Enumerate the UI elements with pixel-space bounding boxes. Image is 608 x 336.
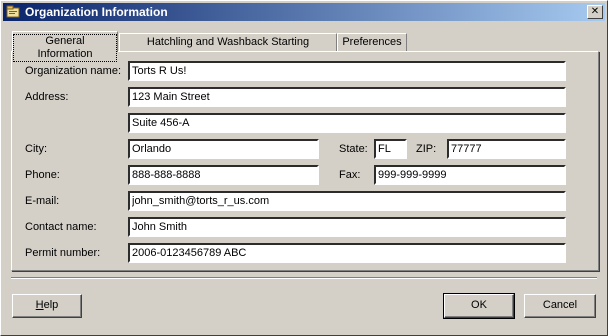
help-label: elp [43,299,59,311]
tab-label: Preferences [342,36,402,48]
contact-name-field[interactable] [128,217,566,237]
organization-icon [6,5,20,18]
tab-general-information[interactable]: General Information [12,31,118,62]
phone-label: Phone: [25,169,60,181]
cancel-button[interactable]: Cancel [524,294,596,318]
city-field[interactable] [128,139,319,159]
title-bar[interactable]: Organization Information ✕ [3,3,605,21]
dialog-window: Organization Information ✕ General Infor… [0,0,608,336]
email-label: E-mail: [25,195,60,207]
state-label: State: [339,143,368,155]
contact-name-label: Contact name: [25,221,97,233]
ok-label: OK [471,299,487,311]
permit-number-field[interactable] [128,243,566,263]
close-icon: ✕ [590,6,600,17]
address-label: Address: [25,91,69,103]
window-title: Organization Information [25,5,168,19]
help-mnemonic: H [35,299,44,311]
state-field[interactable] [374,139,407,159]
zip-label: ZIP: [416,143,437,155]
tab-hatchling-balances[interactable]: Hatchling and Washback Starting Balances [119,33,337,64]
cancel-label: Cancel [542,299,578,311]
permit-number-label: Permit number: [25,247,101,259]
help-button[interactable]: Help [12,294,82,318]
city-label: City: [25,143,47,155]
divider [11,277,597,279]
fax-label: Fax: [339,169,361,181]
email-field[interactable] [128,191,566,211]
fax-field[interactable] [374,165,566,185]
tab-label: General Information [13,34,117,62]
phone-field[interactable] [128,165,319,185]
tab-preferences[interactable]: Preferences [337,33,407,51]
org-name-field[interactable] [128,61,566,81]
general-information-panel [11,51,599,271]
address-line2-field[interactable] [128,113,566,133]
zip-field[interactable] [447,139,566,159]
ok-button[interactable]: OK [443,293,515,319]
org-name-label: Organization name: [25,65,121,77]
address-line1-field[interactable] [128,87,566,107]
close-button[interactable]: ✕ [587,5,603,19]
